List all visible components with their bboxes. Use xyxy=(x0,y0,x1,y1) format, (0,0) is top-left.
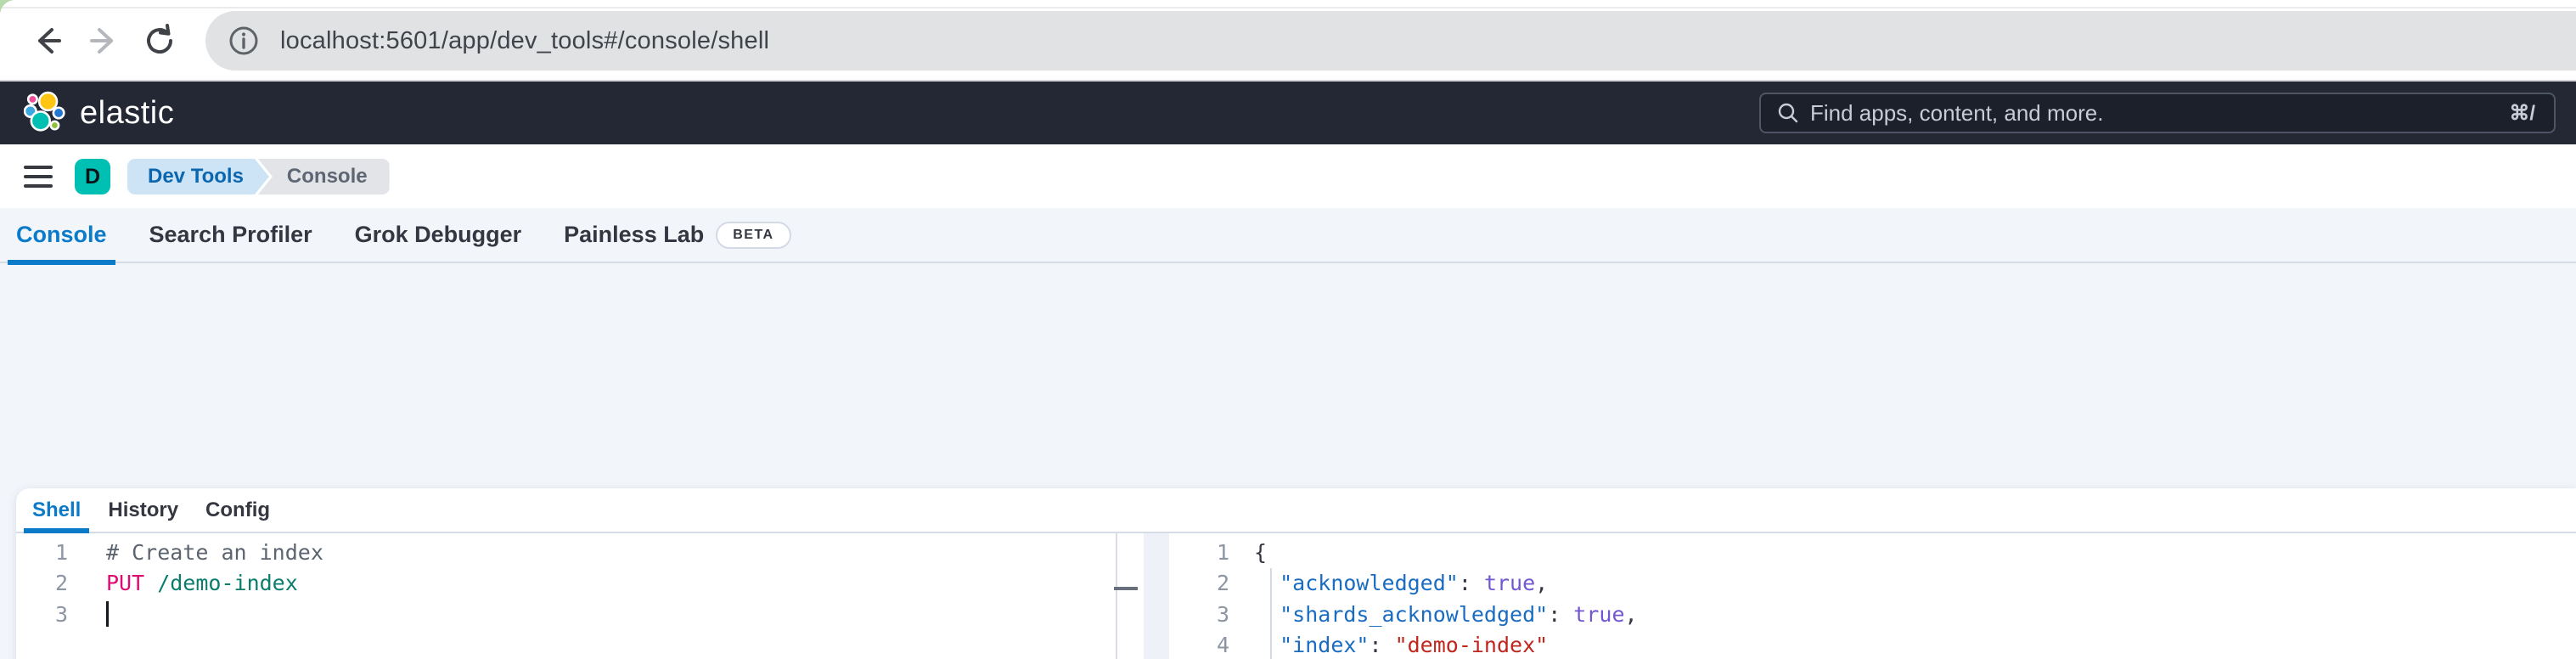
code-text: "shards_acknowledged": true, xyxy=(1241,599,1638,630)
tab-label: Shell xyxy=(32,498,81,522)
breadcrumb: Dev Tools Console xyxy=(127,159,390,194)
line-number: 3 xyxy=(1169,602,1241,627)
browser-window: localhost:5601/app/dev_tools#/console/sh… xyxy=(0,0,2576,659)
code-text: "index": "demo-index" xyxy=(1241,630,1548,659)
subtab-shell[interactable]: Shell xyxy=(24,488,89,532)
response-editor[interactable]: 1{2 "acknowledged": true,3 "shards_ackno… xyxy=(1169,533,2576,659)
code-line: 1# Create an index xyxy=(16,537,1116,568)
console-panel: ShellHistoryConfig 1# Create an index2PU… xyxy=(16,488,2576,659)
breadcrumb-console: Console xyxy=(258,159,390,194)
menu-icon[interactable] xyxy=(24,166,53,188)
browser-toolbar: localhost:5601/app/dev_tools#/console/sh… xyxy=(0,0,2576,82)
tabstrip-divider xyxy=(0,7,2576,8)
console-subtabs: Shell History Config xyxy=(16,488,2576,533)
line-number: 1 xyxy=(1169,540,1241,565)
subtab-config[interactable]: Config xyxy=(197,488,278,532)
tab-painless-lab[interactable]: Painless Lab BETA xyxy=(555,208,799,262)
search-placeholder: Find apps, content, and more. xyxy=(1810,100,2509,127)
resizer-handle-icon[interactable] xyxy=(1114,587,1138,590)
subtab-history[interactable]: History xyxy=(99,488,187,532)
pane-resizer[interactable] xyxy=(1144,533,1169,659)
site-info-icon[interactable] xyxy=(228,25,260,57)
line-number: 4 xyxy=(1169,633,1241,657)
forward-icon[interactable] xyxy=(85,22,122,59)
search-icon xyxy=(1776,101,1800,125)
code-line: 3 xyxy=(16,599,1116,630)
global-search-input[interactable]: Find apps, content, and more. ⌘/ xyxy=(1759,93,2556,133)
tab-label: Painless Lab xyxy=(564,222,704,248)
breadcrumb-dev-tools[interactable]: Dev Tools xyxy=(127,159,269,194)
tab-search-profiler[interactable]: Search Profiler xyxy=(141,208,321,262)
breadcrumb-bar: D Dev Tools Console xyxy=(0,144,2576,208)
space-avatar[interactable]: D xyxy=(75,159,110,194)
code-line: 3 "shards_acknowledged": true, xyxy=(1169,599,2576,630)
tab-console[interactable]: Console xyxy=(8,208,115,262)
code-text: "acknowledged": true, xyxy=(1241,568,1548,600)
address-bar[interactable]: localhost:5601/app/dev_tools#/console/sh… xyxy=(205,11,2576,70)
tab-label: History xyxy=(108,498,178,522)
editor-split-view: 1# Create an index2PUT /demo-index3 1{2 … xyxy=(16,533,2576,659)
code-line: 1{ xyxy=(1169,537,2576,568)
code-text xyxy=(81,599,109,630)
elastic-logo-icon[interactable] xyxy=(24,91,68,135)
tab-label: Grok Debugger xyxy=(355,222,522,248)
line-number: 2 xyxy=(16,571,81,595)
code-text: # Create an index xyxy=(81,537,323,568)
tab-label: Config xyxy=(205,498,270,522)
tab-label: Console xyxy=(16,222,107,248)
request-editor[interactable]: 1# Create an index2PUT /demo-index3 xyxy=(16,533,1117,659)
tab-label: Search Profiler xyxy=(149,222,312,248)
text-cursor xyxy=(106,601,109,627)
code-text: PUT /demo-index xyxy=(81,568,298,600)
elastic-header: elastic Find apps, content, and more. ⌘/ xyxy=(0,82,2576,144)
elastic-wordmark[interactable]: elastic xyxy=(80,95,174,132)
dev-tools-tabs: Console Search Profiler Grok Debugger Painl… xyxy=(0,208,2576,263)
beta-badge: BETA xyxy=(716,222,790,249)
search-shortcut-hint: ⌘/ xyxy=(2509,101,2535,126)
refresh-icon[interactable] xyxy=(141,22,178,59)
line-number: 2 xyxy=(1169,571,1241,595)
tab-grok-debugger[interactable]: Grok Debugger xyxy=(346,208,531,262)
line-number: 3 xyxy=(16,602,81,627)
line-number: 1 xyxy=(16,540,81,565)
url-text[interactable]: localhost:5601/app/dev_tools#/console/sh… xyxy=(280,27,769,55)
code-line: 2PUT /demo-index xyxy=(16,568,1116,600)
back-icon[interactable] xyxy=(29,22,66,59)
code-line: 4 "index": "demo-index" xyxy=(1169,630,2576,659)
code-line: 2 "acknowledged": true, xyxy=(1169,568,2576,600)
code-text: { xyxy=(1241,537,1267,568)
page-background: Console Search Profiler Grok Debugger Painl… xyxy=(0,208,2576,659)
